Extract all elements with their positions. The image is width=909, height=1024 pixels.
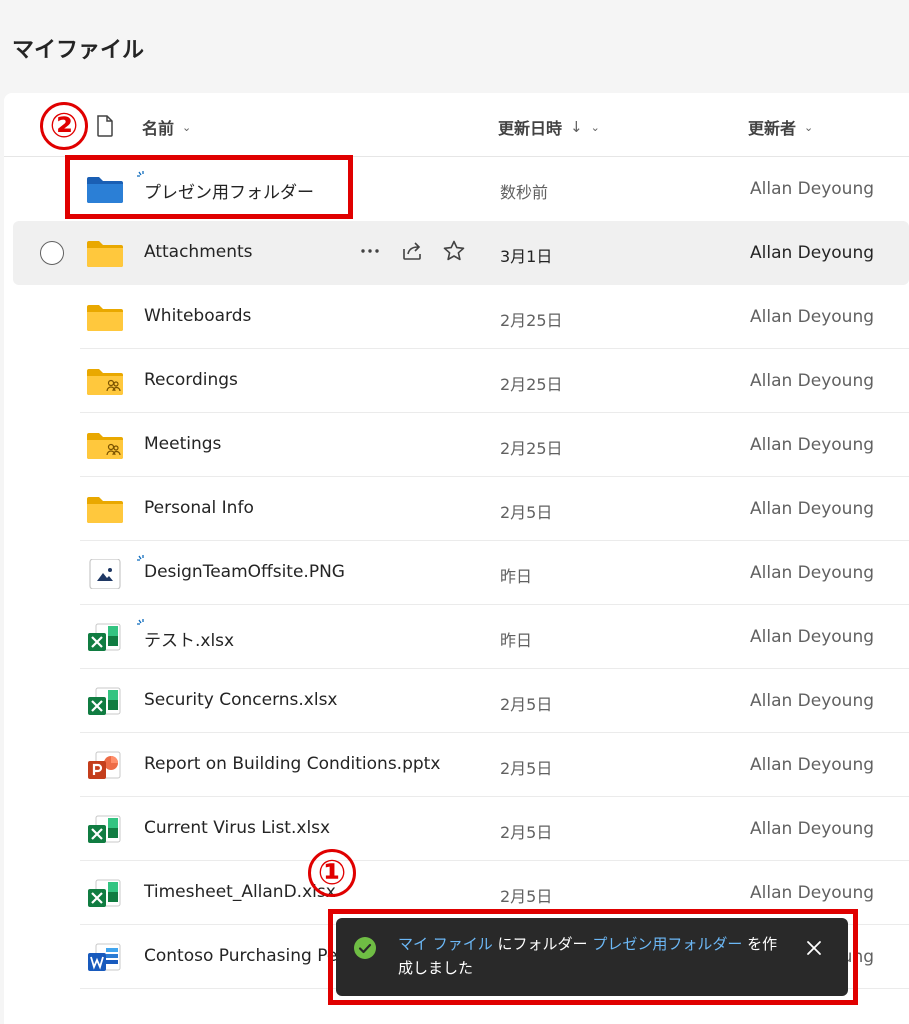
item-author[interactable]: Allan Deyoung — [750, 307, 874, 327]
item-name[interactable]: Attachments — [144, 242, 253, 262]
item-author[interactable]: Allan Deyoung — [750, 755, 874, 775]
annotation-box-new-folder — [65, 155, 353, 219]
list-item[interactable]: Report on Building Conditions.pptx 2月5日 … — [4, 733, 909, 797]
word-icon — [88, 943, 121, 971]
item-name[interactable]: Recordings — [144, 370, 238, 390]
folder-icon — [87, 241, 123, 267]
star-icon[interactable] — [442, 239, 466, 263]
list-item[interactable]: Meetings 2月25日 Allan Deyoung — [4, 413, 909, 477]
list-item[interactable]: Current Virus List.xlsx 2月5日 Allan Deyou… — [4, 797, 909, 861]
item-author[interactable]: Allan Deyoung — [750, 371, 874, 391]
item-author[interactable]: Allan Deyoung — [750, 179, 874, 199]
item-name[interactable]: Current Virus List.xlsx — [144, 818, 330, 838]
chevron-down-icon: ⌄ — [804, 120, 814, 134]
more-options-icon[interactable] — [358, 239, 382, 263]
item-name[interactable]: テスト.xlsx — [144, 626, 234, 651]
item-date: 2月5日 — [500, 503, 553, 522]
row-actions — [358, 239, 466, 263]
list-item[interactable]: DesignTeamOffsite.PNG 昨日 Allan Deyoung — [4, 541, 909, 605]
excel-icon — [88, 687, 121, 715]
list-item[interactable]: Security Concerns.xlsx 2月5日 Allan Deyoun… — [4, 669, 909, 733]
folder-icon — [87, 305, 123, 331]
item-date: 2月25日 — [500, 311, 563, 330]
modified-by-column-header[interactable]: 更新者 ⌄ — [748, 115, 813, 139]
shared-folder-icon — [87, 433, 123, 459]
name-column-header[interactable]: 名前 ⌄ — [142, 115, 191, 139]
annotation-number-2: ② — [40, 102, 88, 150]
file-list-panel: 名前 ⌄ 更新日時 ↓ ⌄ 更新者 ⌄ プレゼン用フォルダー 数秒前 Allan… — [4, 93, 909, 1024]
item-date: 2月25日 — [500, 375, 563, 394]
item-date: 昨日 — [500, 567, 533, 586]
excel-icon — [88, 815, 121, 843]
item-author[interactable]: Allan Deyoung — [750, 563, 874, 583]
sort-down-icon: ↓ — [570, 118, 583, 136]
modified-column-header[interactable]: 更新日時 ↓ ⌄ — [498, 115, 600, 139]
list-item[interactable]: Attachments 3月1日 Allan Deyoung — [13, 221, 909, 285]
item-date: 2月5日 — [500, 695, 553, 714]
item-date: 2月25日 — [500, 439, 563, 458]
image-file-icon — [89, 559, 121, 589]
item-name[interactable]: Contoso Purchasing Pe — [144, 946, 337, 966]
list-item[interactable]: Recordings 2月25日 Allan Deyoung — [4, 349, 909, 413]
list-item[interactable]: Personal Info 2月5日 Allan Deyoung — [4, 477, 909, 541]
excel-icon — [88, 879, 121, 907]
item-date: 2月5日 — [500, 887, 553, 906]
item-name[interactable]: Timesheet_AllanD.xlsx — [144, 882, 336, 902]
item-name[interactable]: Whiteboards — [144, 306, 251, 326]
item-author[interactable]: Allan Deyoung — [750, 883, 874, 903]
file-type-icon[interactable] — [96, 115, 114, 137]
item-date: 3月1日 — [500, 247, 553, 266]
item-author[interactable]: Allan Deyoung — [750, 691, 874, 711]
item-author[interactable]: Allan Deyoung — [750, 627, 874, 647]
annotation-number-1: ① — [308, 849, 356, 897]
powerpoint-icon — [88, 751, 121, 779]
item-author[interactable]: Allan Deyoung — [750, 499, 874, 519]
item-name[interactable]: DesignTeamOffsite.PNG — [144, 562, 345, 582]
annotation-box-toast — [328, 909, 858, 1005]
page-title: マイファイル — [12, 38, 145, 63]
folder-icon — [87, 497, 123, 523]
item-name[interactable]: Meetings — [144, 434, 221, 454]
item-author[interactable]: Allan Deyoung — [750, 819, 874, 839]
item-date: 昨日 — [500, 631, 533, 650]
item-name[interactable]: Security Concerns.xlsx — [144, 690, 338, 710]
item-author[interactable]: Allan Deyoung — [750, 243, 874, 263]
list-item[interactable]: テスト.xlsx 昨日 Allan Deyoung — [4, 605, 909, 669]
chevron-down-icon: ⌄ — [590, 120, 600, 134]
item-date: 2月5日 — [500, 823, 553, 842]
shared-folder-icon — [87, 369, 123, 395]
item-name[interactable]: Personal Info — [144, 498, 254, 518]
chevron-down-icon: ⌄ — [182, 120, 192, 134]
list-item[interactable]: Whiteboards 2月25日 Allan Deyoung — [4, 285, 909, 349]
list-header: 名前 ⌄ 更新日時 ↓ ⌄ 更新者 ⌄ — [4, 93, 909, 157]
item-name[interactable]: Report on Building Conditions.pptx — [144, 754, 440, 774]
item-date: 2月5日 — [500, 759, 553, 778]
excel-icon — [88, 623, 121, 651]
item-date: 数秒前 — [500, 183, 549, 202]
item-author[interactable]: Allan Deyoung — [750, 435, 874, 455]
share-icon[interactable] — [400, 239, 424, 263]
select-radio[interactable] — [40, 241, 64, 265]
